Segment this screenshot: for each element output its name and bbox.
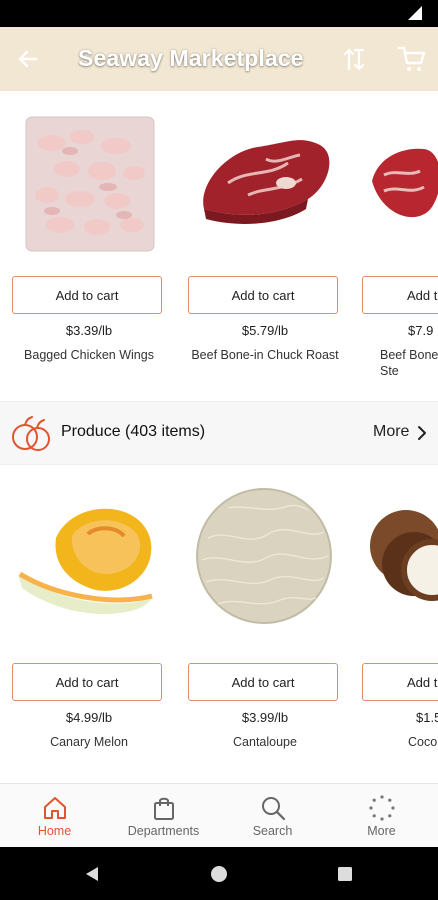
nav-label: More — [367, 824, 396, 838]
product-price: $1.5 — [416, 710, 438, 725]
more-link[interactable]: More — [373, 423, 409, 441]
bottom-nav-bar: Home Departments Search More — [0, 783, 438, 848]
nav-label: Search — [252, 824, 293, 838]
beef-chuck-image — [203, 140, 330, 224]
product-name[interactable]: Beef Bone Ste — [380, 347, 438, 379]
product-card[interactable]: Add to cart $5.79/lb Beef Bone-in Chuck … — [188, 91, 342, 401]
canary-melon-image — [18, 508, 153, 615]
cart-icon[interactable] — [396, 43, 428, 75]
product-card[interactable]: Add to cart $3.99/lb Cantaloupe — [188, 478, 342, 783]
home-icon — [44, 797, 66, 819]
coconut-image — [370, 510, 438, 601]
product-card[interactable]: Add t $7.9 Beef Bone Ste — [362, 91, 438, 401]
nav-more[interactable]: More — [327, 784, 436, 848]
add-to-cart-button[interactable]: Add to cart — [12, 276, 162, 314]
product-name[interactable]: Bagged Chicken Wings — [12, 347, 166, 363]
nav-label: Home — [37, 824, 72, 838]
section-title: Produce (403 items) — [61, 423, 206, 440]
app-bar: Seaway Marketplace — [0, 27, 438, 91]
product-name[interactable]: Beef Bone-in Chuck Roast — [188, 347, 342, 363]
produce-section-header[interactable]: Produce (403 items) More — [0, 401, 438, 465]
system-nav-bar — [0, 847, 438, 900]
status-bar — [0, 0, 438, 27]
product-name[interactable]: Canary Melon — [12, 734, 166, 750]
chevron-right-icon[interactable] — [416, 424, 428, 442]
produce-icon — [12, 416, 50, 451]
system-back-icon[interactable] — [82, 864, 102, 884]
beef-steak-image — [372, 148, 438, 218]
product-name[interactable]: Coco — [408, 734, 438, 750]
add-to-cart-button[interactable]: Add to cart — [188, 663, 338, 701]
product-price: $5.79/lb — [241, 323, 289, 338]
product-scroll-area[interactable]: Add to cart $3.39/lb Bagged Chicken Wing… — [0, 91, 438, 783]
add-to-cart-button[interactable]: Add to cart — [188, 276, 338, 314]
back-arrow-icon[interactable] — [14, 45, 42, 73]
product-price: $4.99/lb — [65, 710, 113, 725]
system-recents-icon[interactable] — [336, 865, 354, 883]
meat-product-row: Add to cart $3.39/lb Bagged Chicken Wing… — [0, 91, 438, 401]
shopping-bag-icon — [154, 797, 174, 820]
search-icon — [262, 797, 286, 821]
nav-search[interactable]: Search — [218, 784, 327, 848]
bagged-chicken-image — [25, 116, 155, 252]
system-home-icon[interactable] — [209, 864, 229, 884]
signal-icon — [408, 6, 422, 20]
product-price: $3.39/lb — [65, 323, 113, 338]
more-dots-icon — [369, 795, 395, 821]
product-price: $7.9 — [408, 323, 434, 338]
nav-home[interactable]: Home — [0, 784, 109, 848]
product-card[interactable]: Add t $1.5 Coco — [362, 478, 438, 783]
page-title: Seaway Marketplace — [78, 45, 304, 71]
product-name[interactable]: Cantaloupe — [188, 734, 342, 750]
add-to-cart-button[interactable]: Add t — [362, 663, 438, 701]
product-card[interactable]: Add to cart $4.99/lb Canary Melon — [12, 478, 166, 783]
add-to-cart-button[interactable]: Add to cart — [12, 663, 162, 701]
product-card[interactable]: Add to cart $3.39/lb Bagged Chicken Wing… — [12, 91, 166, 401]
cantaloupe-image — [196, 488, 332, 624]
add-to-cart-button[interactable]: Add t — [362, 276, 438, 314]
nav-departments[interactable]: Departments — [109, 784, 218, 848]
produce-product-row: Add to cart $4.99/lb Canary Melon Add to… — [0, 478, 438, 783]
sort-icon[interactable] — [340, 44, 370, 74]
nav-label: Departments — [127, 824, 200, 838]
product-price: $3.99/lb — [241, 710, 289, 725]
